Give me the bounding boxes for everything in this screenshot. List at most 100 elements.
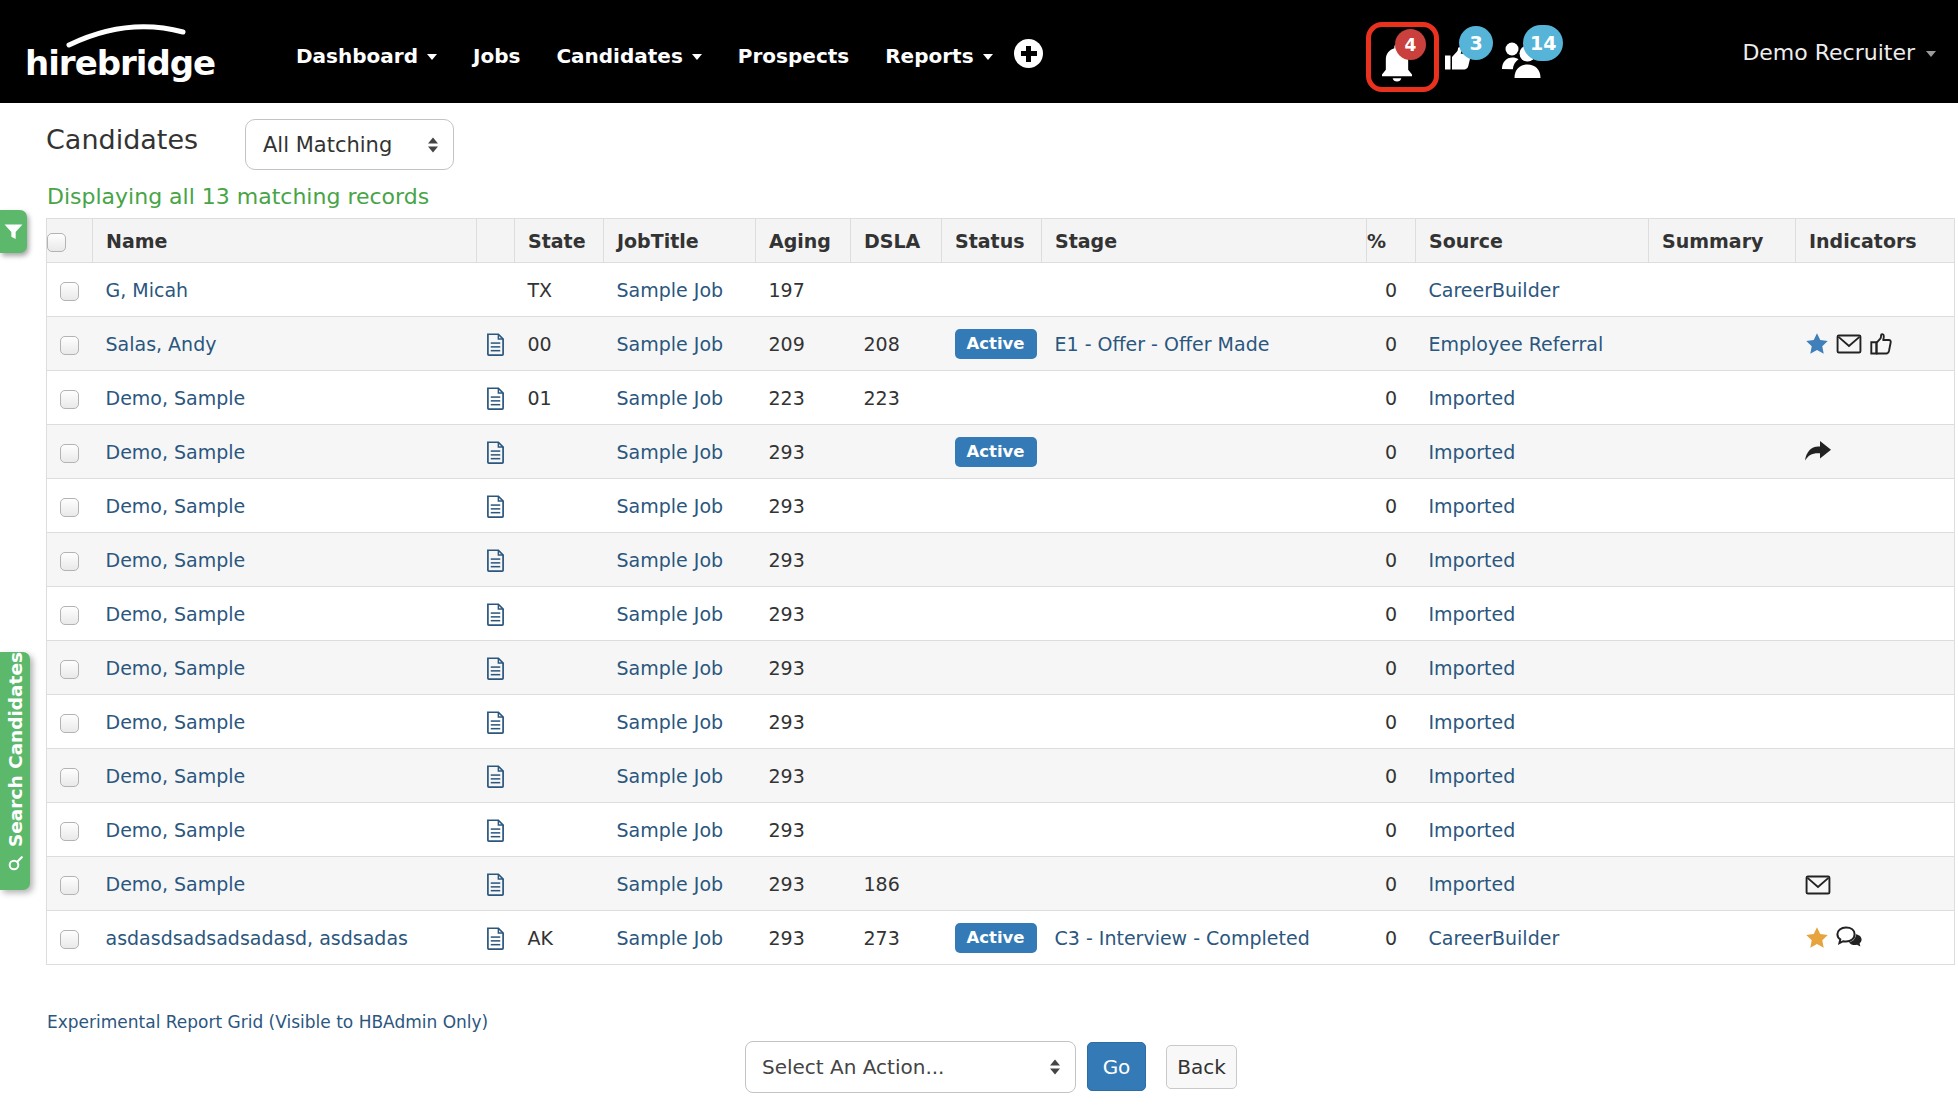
document-icon[interactable] [486,765,505,788]
document-icon[interactable] [486,333,505,356]
document-icon[interactable] [486,927,505,950]
source-link[interactable]: CareerBuilder [1429,927,1560,949]
candidate-name-link[interactable]: Demo, Sample [106,765,246,787]
row-checkbox[interactable] [60,390,79,409]
candidate-name-link[interactable]: Salas, Andy [106,333,217,355]
candidate-name-link[interactable]: Demo, Sample [106,711,246,733]
column-header-indicators[interactable]: Indicators [1796,219,1955,263]
document-icon[interactable] [486,549,505,572]
document-icon[interactable] [486,495,505,518]
column-header-state[interactable]: State [515,219,604,263]
nav-dashboard[interactable]: Dashboard [296,44,437,68]
row-checkbox[interactable] [60,498,79,517]
add-button[interactable] [1014,39,1043,68]
job-title-link[interactable]: Sample Job [617,765,724,787]
candidate-name-link[interactable]: asdasdsadsadsadasd, asdsadas [106,927,408,949]
job-title-link[interactable]: Sample Job [617,927,724,949]
action-select[interactable]: Select An Action... [745,1041,1076,1093]
job-title-link[interactable]: Sample Job [617,495,724,517]
column-header-jobtitle[interactable]: JobTitle [604,219,756,263]
nav-candidates[interactable]: Candidates [556,44,701,68]
column-header-status[interactable]: Status [942,219,1042,263]
source-link[interactable]: Imported [1429,549,1516,571]
nav-reports[interactable]: Reports [885,44,992,68]
row-checkbox[interactable] [60,768,79,787]
row-checkbox[interactable] [60,822,79,841]
document-icon[interactable] [486,387,505,410]
column-header-stage[interactable]: Stage [1042,219,1367,263]
candidate-name-link[interactable]: Demo, Sample [106,495,246,517]
nav-prospects[interactable]: Prospects [738,44,849,68]
job-title-link[interactable]: Sample Job [617,279,724,301]
job-title-link[interactable]: Sample Job [617,711,724,733]
document-icon[interactable] [486,873,505,896]
candidate-name-link[interactable]: Demo, Sample [106,441,246,463]
column-header-dsla[interactable]: DSLA [851,219,942,263]
experimental-report-grid-link[interactable]: Experimental Report Grid (Visible to HBA… [47,1012,488,1032]
source-link[interactable]: Imported [1429,495,1516,517]
go-button[interactable]: Go [1087,1042,1146,1091]
source-link[interactable]: Imported [1429,819,1516,841]
source-link[interactable]: CareerBuilder [1429,279,1560,301]
candidate-name-link[interactable]: G, Micah [106,279,189,301]
row-checkbox[interactable] [60,282,79,301]
notifications-bell-button[interactable]: 4 [1366,22,1439,92]
column-header-aging[interactable]: Aging [756,219,851,263]
star-blue-icon [1805,332,1829,355]
stage-link[interactable]: C3 - Interview - Completed [1055,927,1310,949]
job-title-link[interactable]: Sample Job [617,873,724,895]
row-checkbox[interactable] [60,336,79,355]
candidate-name-link[interactable]: Demo, Sample [106,873,246,895]
percent-cell: 0 [1367,263,1416,317]
job-title-link[interactable]: Sample Job [617,387,724,409]
filter-tab[interactable] [0,210,27,253]
job-title-link[interactable]: Sample Job [617,441,724,463]
user-menu[interactable]: Demo Recruiter [1742,40,1936,65]
search-candidates-tab[interactable]: Search Candidates [0,652,30,890]
document-icon[interactable] [486,657,505,680]
source-link[interactable]: Imported [1429,711,1516,733]
job-title-link[interactable]: Sample Job [617,603,724,625]
row-checkbox[interactable] [60,606,79,625]
candidate-name-link[interactable]: Demo, Sample [106,549,246,571]
candidate-name-link[interactable]: Demo, Sample [106,603,246,625]
job-title-link[interactable]: Sample Job [617,333,724,355]
row-checkbox[interactable] [60,660,79,679]
row-checkbox[interactable] [60,930,79,949]
candidate-name-link[interactable]: Demo, Sample [106,819,246,841]
source-link[interactable]: Imported [1429,441,1516,463]
job-title-link[interactable]: Sample Job [617,819,724,841]
candidates-alert-button[interactable]: 14 [1500,25,1575,95]
stage-link[interactable]: E1 - Offer - Offer Made [1055,333,1270,355]
document-icon[interactable] [486,819,505,842]
matching-filter-select[interactable]: All Matching [245,119,454,170]
nav-jobs[interactable]: Jobs [473,44,520,68]
column-header-summary[interactable]: Summary [1649,219,1796,263]
column-header-name[interactable]: Name [93,219,477,263]
source-link[interactable]: Employee Referral [1429,333,1604,355]
document-icon[interactable] [486,711,505,734]
candidate-name-link[interactable]: Demo, Sample [106,657,246,679]
source-link[interactable]: Imported [1429,765,1516,787]
job-title-link[interactable]: Sample Job [617,549,724,571]
column-header-source[interactable]: Source [1416,219,1649,263]
back-button[interactable]: Back [1166,1045,1237,1089]
document-icon[interactable] [486,441,505,464]
state-cell [515,641,604,695]
row-checkbox[interactable] [60,876,79,895]
source-link[interactable]: Imported [1429,657,1516,679]
source-link[interactable]: Imported [1429,387,1516,409]
row-checkbox[interactable] [60,444,79,463]
select-all-checkbox[interactable] [47,233,66,252]
source-link[interactable]: Imported [1429,873,1516,895]
hirebridge-logo[interactable]: hirebridge [25,20,240,84]
job-title-link[interactable]: Sample Job [617,657,724,679]
column-header-percent[interactable]: % [1367,219,1416,263]
row-checkbox[interactable] [60,714,79,733]
document-icon[interactable] [486,603,505,626]
percent-cell: 0 [1367,425,1416,479]
row-checkbox[interactable] [60,552,79,571]
candidate-name-link[interactable]: Demo, Sample [106,387,246,409]
source-link[interactable]: Imported [1429,603,1516,625]
state-cell: 00 [515,317,604,371]
